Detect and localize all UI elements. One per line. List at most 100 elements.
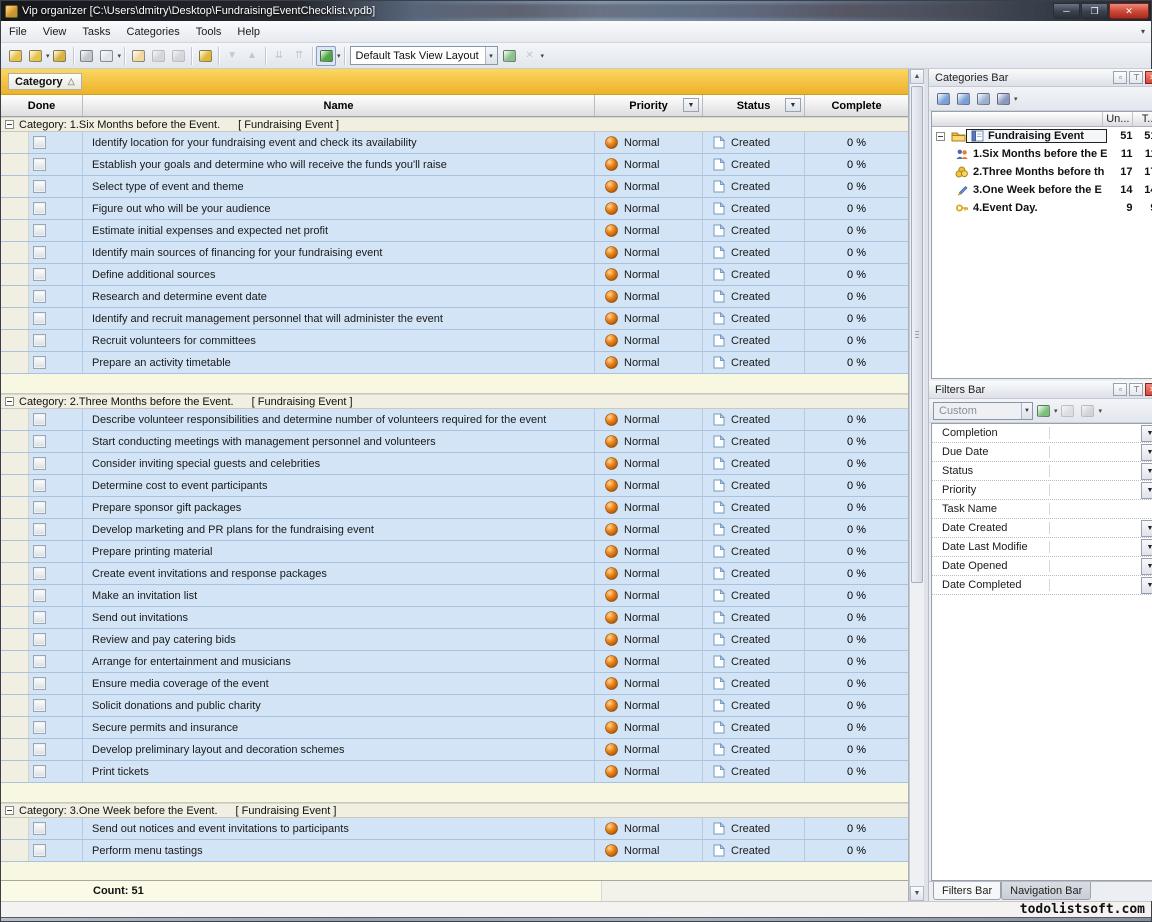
done-checkbox[interactable]: [33, 677, 46, 690]
menu-overflow-icon[interactable]: ▾: [1135, 27, 1151, 36]
filters-close-icon[interactable]: ✕: [1145, 383, 1152, 396]
delete-category-icon[interactable]: [993, 89, 1013, 109]
edit-task-icon[interactable]: [148, 46, 168, 66]
task-row[interactable]: Figure out who will be your audienceNorm…: [1, 198, 908, 220]
move-up-icon[interactable]: ▲: [242, 46, 262, 66]
filter-dropdown-icon[interactable]: ▼: [1141, 444, 1152, 461]
filters-float-icon[interactable]: ▫: [1113, 383, 1127, 396]
scroll-up-icon[interactable]: ▲: [910, 69, 924, 84]
duplicate-task-icon[interactable]: [168, 46, 188, 66]
restore-button-icon[interactable]: ❐: [1081, 3, 1108, 19]
done-checkbox[interactable]: [33, 457, 46, 470]
done-checkbox[interactable]: [33, 180, 46, 193]
done-checkbox[interactable]: [33, 523, 46, 536]
done-checkbox[interactable]: [33, 479, 46, 492]
column-header-priority[interactable]: Priority ▼: [595, 95, 703, 116]
filter-dropdown-icon[interactable]: ▼: [1141, 482, 1152, 499]
edit-category-icon[interactable]: [973, 89, 993, 109]
task-row[interactable]: Consider inviting special guests and cel…: [1, 453, 908, 475]
task-row[interactable]: Create event invitations and response pa…: [1, 563, 908, 585]
print-preview-icon[interactable]: [97, 46, 117, 66]
filter-value[interactable]: [1050, 538, 1141, 556]
category-group-row[interactable]: Category: 3.One Week before the Event.[ …: [1, 803, 908, 818]
task-row[interactable]: Describe volunteer responsibilities and …: [1, 409, 908, 431]
new-database-icon[interactable]: [5, 46, 25, 66]
move-down-icon[interactable]: ▼: [222, 46, 242, 66]
task-row[interactable]: Print ticketsNormalCreated0 %: [1, 761, 908, 783]
task-row[interactable]: Select type of event and themeNormalCrea…: [1, 176, 908, 198]
category-group-row[interactable]: Category: 1.Six Months before the Event.…: [1, 117, 908, 132]
open-database-icon[interactable]: [25, 46, 45, 66]
clear-filter-icon[interactable]: [1058, 401, 1078, 421]
delete-filter-icon[interactable]: [1078, 401, 1098, 421]
open-database-dropdown-icon[interactable]: ▾: [46, 52, 50, 60]
toolbar-overflow-icon[interactable]: ▾: [541, 52, 545, 60]
table-scrollbar[interactable]: ▲ ▼: [909, 69, 924, 901]
task-row[interactable]: Review and pay catering bidsNormalCreate…: [1, 629, 908, 651]
done-checkbox[interactable]: [33, 844, 46, 857]
column-header-complete[interactable]: Complete: [805, 95, 908, 116]
task-row[interactable]: Solicit donations and public charityNorm…: [1, 695, 908, 717]
filter-value[interactable]: [1050, 576, 1141, 594]
task-row[interactable]: Identify and recruit management personne…: [1, 308, 908, 330]
done-checkbox[interactable]: [33, 413, 46, 426]
collapse-group-icon[interactable]: [5, 806, 14, 815]
print-icon[interactable]: [77, 46, 97, 66]
category-group-row[interactable]: Category: 2.Three Months before the Even…: [1, 394, 908, 409]
task-row[interactable]: Send out invitationsNormalCreated0 %: [1, 607, 908, 629]
tree-col-undone[interactable]: Un...: [1103, 112, 1133, 126]
done-checkbox[interactable]: [33, 158, 46, 171]
minimize-button-icon[interactable]: ─: [1053, 3, 1080, 19]
filter-dropdown-icon[interactable]: ▼: [1141, 539, 1152, 556]
task-view-layout-dropdown-icon[interactable]: ▾: [337, 52, 341, 60]
task-row[interactable]: Prepare printing materialNormalCreated0 …: [1, 541, 908, 563]
done-checkbox[interactable]: [33, 655, 46, 668]
task-view-layout-icon[interactable]: [316, 46, 336, 66]
task-row[interactable]: Prepare sponsor gift packagesNormalCreat…: [1, 497, 908, 519]
group-by-category-chip[interactable]: Category △: [8, 73, 82, 90]
delete-layout-icon[interactable]: ✕: [520, 46, 540, 66]
menu-item-view[interactable]: View: [35, 23, 75, 41]
menu-item-file[interactable]: File: [1, 23, 35, 41]
done-checkbox[interactable]: [33, 743, 46, 756]
task-row[interactable]: Ensure media coverage of the eventNormal…: [1, 673, 908, 695]
category-tree-item[interactable]: Fundraising Event5151: [932, 127, 1152, 145]
done-checkbox[interactable]: [33, 567, 46, 580]
done-checkbox[interactable]: [33, 822, 46, 835]
filter-value[interactable]: [1050, 519, 1141, 537]
view-task-icon[interactable]: [195, 46, 215, 66]
categories-pin-icon[interactable]: ⊤: [1129, 71, 1143, 84]
menu-item-tools[interactable]: Tools: [188, 23, 230, 41]
task-row[interactable]: Identify main sources of financing for y…: [1, 242, 908, 264]
task-row[interactable]: Estimate initial expenses and expected n…: [1, 220, 908, 242]
categories-close-icon[interactable]: ✕: [1145, 71, 1152, 84]
task-row[interactable]: Recruit volunteers for committeesNormalC…: [1, 330, 908, 352]
column-header-done[interactable]: Done: [1, 95, 83, 116]
task-row[interactable]: Research and determine event dateNormalC…: [1, 286, 908, 308]
done-checkbox[interactable]: [33, 356, 46, 369]
filter-preset-combo[interactable]: Custom▼: [933, 402, 1033, 420]
collapse-group-icon[interactable]: [5, 120, 14, 129]
menu-item-help[interactable]: Help: [229, 23, 268, 41]
task-row[interactable]: Secure permits and insuranceNormalCreate…: [1, 717, 908, 739]
task-row[interactable]: Perform menu tastingsNormalCreated0 %: [1, 840, 908, 862]
filter-dropdown-icon[interactable]: ▼: [1141, 577, 1152, 594]
done-checkbox[interactable]: [33, 268, 46, 281]
category-tree-item[interactable]: 1.Six Months before the E1111: [932, 145, 1152, 163]
task-row[interactable]: Send out notices and event invitations t…: [1, 818, 908, 840]
task-row[interactable]: Start conducting meetings with managemen…: [1, 431, 908, 453]
new-subcategory-icon[interactable]: [953, 89, 973, 109]
column-header-status[interactable]: Status ▼: [703, 95, 805, 116]
done-checkbox[interactable]: [33, 611, 46, 624]
done-checkbox[interactable]: [33, 246, 46, 259]
load-filter-dropdown-icon[interactable]: ▾: [1054, 407, 1058, 415]
filters-pin-icon[interactable]: ⊤: [1129, 383, 1143, 396]
scroll-down-icon[interactable]: ▼: [910, 886, 924, 901]
done-checkbox[interactable]: [33, 312, 46, 325]
done-checkbox[interactable]: [33, 224, 46, 237]
category-tree-item[interactable]: 3.One Week before the E1414: [932, 181, 1152, 199]
close-button-icon[interactable]: ✕: [1109, 3, 1149, 19]
filter-dropdown-icon[interactable]: ▼: [1141, 463, 1152, 480]
filter-dropdown-icon[interactable]: ▼: [1141, 520, 1152, 537]
category-tree-item[interactable]: 2.Three Months before th1717: [932, 163, 1152, 181]
